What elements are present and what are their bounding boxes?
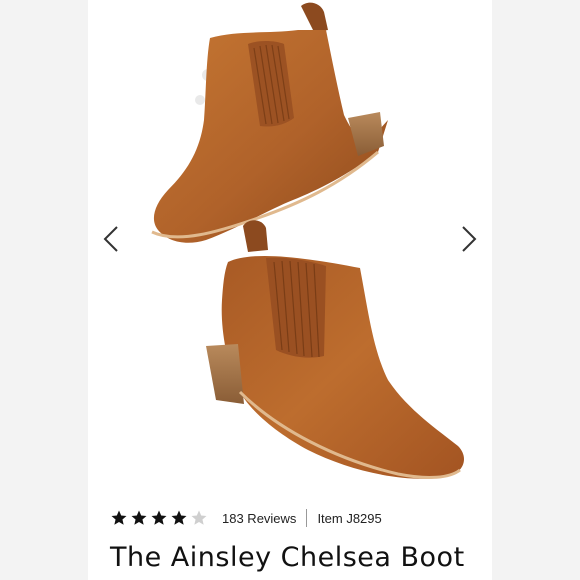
star-filled-icon: [111, 510, 127, 525]
chevron-right-icon: [462, 226, 477, 252]
next-image-button[interactable]: [454, 222, 484, 256]
left-padding: [0, 0, 88, 580]
reviews-link[interactable]: 183 Reviews: [222, 511, 296, 526]
previous-image-button[interactable]: [96, 222, 126, 256]
product-info: 183 Reviews Item J8295 The Ainsley Chels…: [88, 490, 492, 580]
product-image-gallery[interactable]: [88, 0, 492, 490]
product-image: [151, 2, 464, 479]
boot-bottom: [206, 220, 464, 479]
star-filled-icon: [131, 510, 147, 525]
right-padding: [492, 0, 580, 580]
star-rating[interactable]: [110, 509, 208, 527]
product-title: The Ainsley Chelsea Boot: [110, 542, 465, 573]
item-number: Item J8295: [317, 510, 382, 526]
boot-top: [151, 2, 388, 243]
star-empty-icon: [191, 510, 207, 525]
star-filled-icon: [151, 510, 167, 525]
rating-row: 183 Reviews Item J8295: [110, 508, 382, 528]
divider: [306, 509, 308, 527]
chevron-left-icon: [103, 226, 118, 252]
star-filled-icon: [171, 510, 187, 525]
